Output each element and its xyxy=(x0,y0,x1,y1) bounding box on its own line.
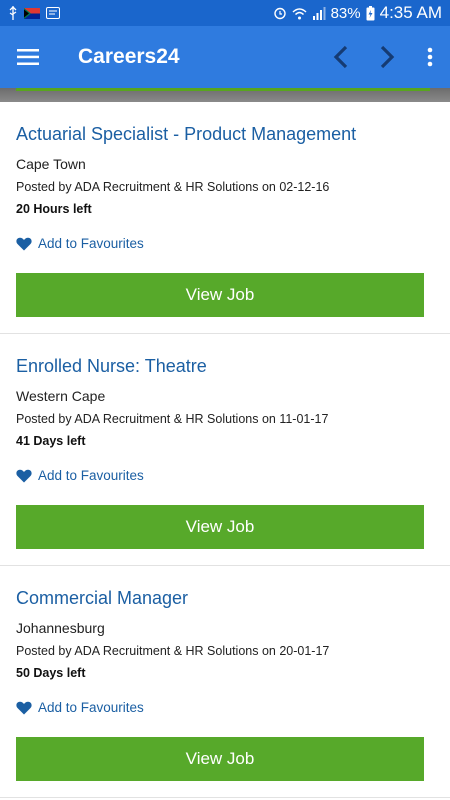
battery-charging-icon xyxy=(366,5,375,20)
header-image-strip xyxy=(0,88,450,102)
job-list: Actuarial Specialist - Product Managemen… xyxy=(0,102,450,798)
heart-icon xyxy=(16,701,32,714)
view-job-button[interactable]: View Job xyxy=(16,273,424,317)
app-bar: Careers24 xyxy=(0,26,450,88)
usb-icon xyxy=(9,6,17,20)
add-to-favourites-link[interactable]: Add to Favourites xyxy=(16,236,434,251)
chevron-left-icon xyxy=(333,45,348,69)
chevron-right-icon xyxy=(380,45,395,69)
clock: 4:35 AM xyxy=(379,3,442,22)
heart-icon xyxy=(16,469,32,482)
overflow-menu-icon xyxy=(427,47,433,67)
menu-button[interactable] xyxy=(0,26,56,88)
favourites-label: Add to Favourites xyxy=(38,700,144,715)
job-location: Johannesburg xyxy=(16,620,105,636)
favourites-label: Add to Favourites xyxy=(38,236,144,251)
job-time-left: 41 Days left xyxy=(16,434,86,448)
job-time-left: 50 Days left xyxy=(16,666,86,680)
status-left-icons xyxy=(8,6,60,20)
job-time-left: 20 Hours left xyxy=(16,202,92,216)
job-title[interactable]: Enrolled Nurse: Theatre xyxy=(16,354,434,378)
signal-icon xyxy=(312,6,326,20)
job-card: Actuarial Specialist - Product Managemen… xyxy=(0,102,450,334)
job-title[interactable]: Actuarial Specialist - Product Managemen… xyxy=(16,122,434,146)
job-title[interactable]: Commercial Manager xyxy=(16,586,434,610)
notification-icon xyxy=(46,7,60,19)
menu-icon xyxy=(17,49,39,65)
overflow-menu-button[interactable] xyxy=(410,26,450,88)
heart-icon xyxy=(16,237,32,250)
status-bar: 83% 4:35 AM xyxy=(0,0,450,26)
wifi-icon xyxy=(292,7,307,19)
flag-icon xyxy=(24,7,40,19)
next-button[interactable] xyxy=(364,26,410,88)
strip-accent-line xyxy=(16,88,430,91)
job-posted-by: Posted by ADA Recruitment & HR Solutions… xyxy=(16,412,329,426)
job-location: Western Cape xyxy=(16,388,106,404)
alarm-icon xyxy=(273,7,286,20)
job-posted-by: Posted by ADA Recruitment & HR Solutions… xyxy=(16,644,330,658)
favourites-label: Add to Favourites xyxy=(38,468,144,483)
add-to-favourites-link[interactable]: Add to Favourites xyxy=(16,700,434,715)
job-card: Commercial Manager Johannesburg Posted b… xyxy=(0,566,450,798)
app-title: Careers24 xyxy=(78,45,180,68)
view-job-button[interactable]: View Job xyxy=(16,737,424,781)
status-right-icons: 83% 4:35 AM xyxy=(273,3,442,23)
battery-percent: 83% xyxy=(330,4,361,22)
add-to-favourites-link[interactable]: Add to Favourites xyxy=(16,468,434,483)
previous-button[interactable] xyxy=(318,26,364,88)
job-location: Cape Town xyxy=(16,156,86,172)
job-card: Enrolled Nurse: Theatre Western Cape Pos… xyxy=(0,334,450,566)
view-job-button[interactable]: View Job xyxy=(16,505,424,549)
job-posted-by: Posted by ADA Recruitment & HR Solutions… xyxy=(16,180,330,194)
